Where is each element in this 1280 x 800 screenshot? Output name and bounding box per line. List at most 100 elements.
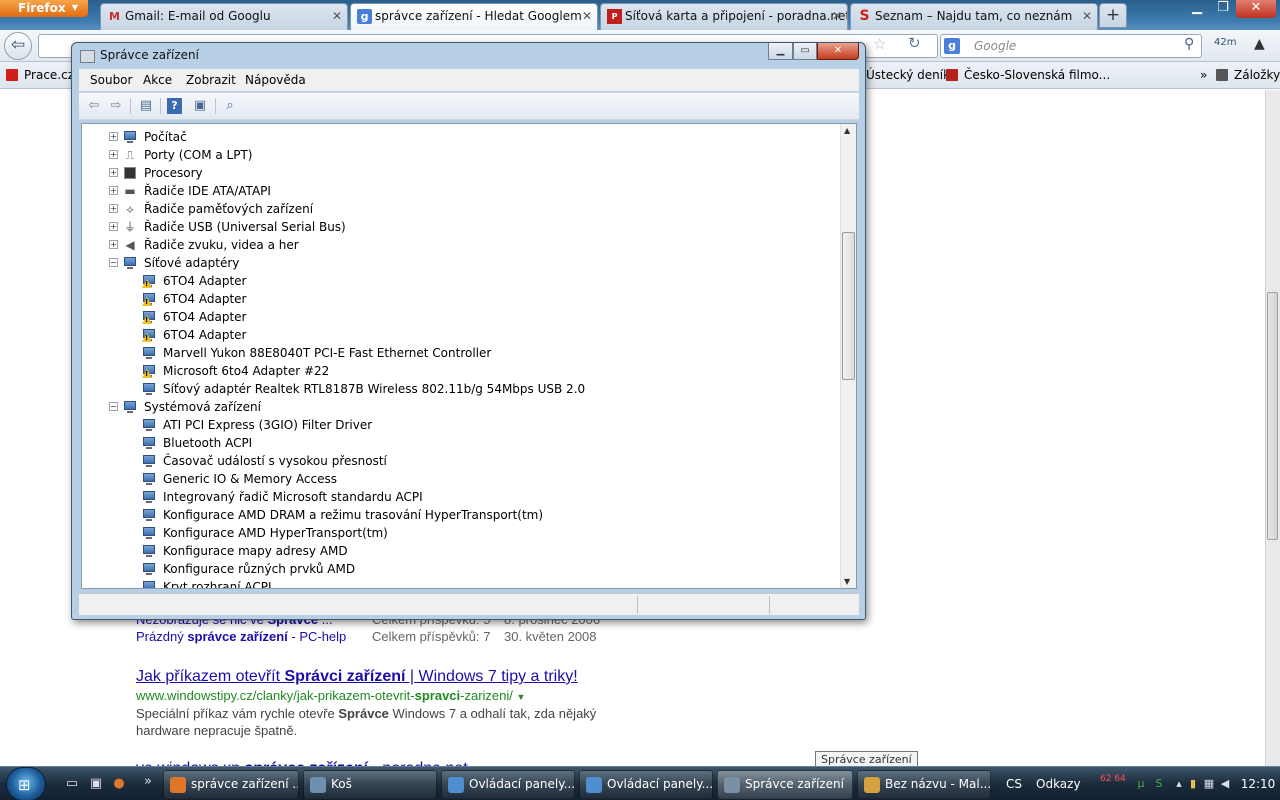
tree-device[interactable]: Konfigurace AMD DRAM a režimu trasování … xyxy=(82,506,840,524)
tree-device[interactable]: Marvell Yukon 88E8040T PCI-E Fast Ethern… xyxy=(82,344,840,362)
network-tray-icon[interactable]: ▦ xyxy=(1202,777,1216,791)
tree-category[interactable]: − Systémová zařízení xyxy=(82,398,840,416)
tab-gmail[interactable]: M Gmail: E-mail od Googlu ✕ xyxy=(100,3,348,30)
result-pchelp-link[interactable]: Prázdný správce zařízení - PC-help xyxy=(136,629,346,644)
tree-category[interactable]: + ⟡ Řadiče paměťových zařízení xyxy=(82,200,840,218)
safely-remove-icon[interactable]: ▮ xyxy=(1186,777,1200,791)
tree-category[interactable]: − Síťové adaptéry xyxy=(82,254,840,272)
menu-icon[interactable]: ▲ xyxy=(1254,36,1265,52)
menu-file[interactable]: Soubor xyxy=(90,69,132,91)
tree-category[interactable]: + Procesory xyxy=(82,164,840,182)
tab-poradna[interactable]: P Síťová karta a připojení - poradna.net… xyxy=(600,3,848,30)
bookmarks-overflow-button[interactable]: » xyxy=(1200,62,1207,89)
scroll-down-icon[interactable]: ▼ xyxy=(844,577,850,586)
tree-category[interactable]: + ▬ Řadiče IDE ATA/ATAPI xyxy=(82,182,840,200)
bookmark-csfd[interactable]: Česko-Slovenská filmo... xyxy=(946,62,1110,89)
tab-seznam[interactable]: S Seznam – Najdu tam, co neznám ✕ xyxy=(850,3,1098,30)
back-icon[interactable]: ⇦ xyxy=(85,97,103,115)
collapse-icon[interactable]: − xyxy=(109,258,118,267)
result-title-link[interactable]: Jak příkazem otevřít Správci zařízení | … xyxy=(136,668,578,686)
utorrent-icon[interactable]: µ xyxy=(1134,777,1148,791)
tray-overflow-icon[interactable]: ▴ xyxy=(1172,777,1186,791)
taskbar-button[interactable]: Ovládací panely... xyxy=(441,770,575,799)
show-desktop-icon[interactable]: ▭ xyxy=(64,776,80,792)
search-input[interactable]: Google xyxy=(940,34,1202,58)
taskbar-button[interactable]: správce zařízení ... xyxy=(163,770,299,799)
view-icon[interactable]: ▣ xyxy=(191,97,209,115)
tree-device[interactable]: Konfigurace AMD HyperTransport(tm) xyxy=(82,524,840,542)
menu-view[interactable]: Zobrazit xyxy=(186,69,236,91)
bookmark-ustecky-denik[interactable]: Ústecký deník xyxy=(866,62,950,89)
minimize-window-button[interactable]: ▁ xyxy=(1184,0,1210,18)
taskbar-button[interactable]: Správce zařízení xyxy=(717,770,853,799)
scan-hardware-icon[interactable]: ⌕ xyxy=(221,97,239,115)
help-icon[interactable]: ? xyxy=(167,98,182,114)
tree-device[interactable]: ! 6TO4 Adapter xyxy=(82,272,840,290)
expand-icon[interactable]: + xyxy=(109,150,118,159)
expand-icon[interactable]: + xyxy=(109,168,118,177)
firefox-menu-button[interactable]: Firefox ▼ xyxy=(0,0,88,17)
collapse-icon[interactable]: − xyxy=(109,402,118,411)
addon-badge[interactable]: 42m xyxy=(1214,37,1236,48)
maximize-window-button[interactable]: ❐ xyxy=(1210,0,1236,18)
menu-action[interactable]: Akce xyxy=(143,69,172,91)
tree-device[interactable]: Časovač událostí s vysokou přesností xyxy=(82,452,840,470)
properties-icon[interactable]: ▤ xyxy=(137,97,155,115)
dropdown-arrow-icon[interactable]: ▼ xyxy=(517,692,526,702)
expand-icon[interactable]: + xyxy=(109,132,118,141)
tree-device[interactable]: Generic IO & Memory Access xyxy=(82,470,840,488)
tree-category[interactable]: + ◀ Řadiče zvuku, videa a her xyxy=(82,236,840,254)
page-scrollbar-thumb[interactable] xyxy=(1267,292,1278,540)
taskbar-button[interactable]: Ovládací panely... xyxy=(579,770,713,799)
google-icon[interactable]: g xyxy=(944,38,960,54)
back-button[interactable]: ⇦ xyxy=(4,32,32,60)
tab-google-search[interactable]: g správce zařízení - Hledat Googlem ✕ xyxy=(350,3,598,30)
quicklaunch-overflow-icon[interactable]: » xyxy=(140,774,156,790)
bookmark-star-icon[interactable]: ☆ xyxy=(873,35,886,53)
expand-icon[interactable]: + xyxy=(109,240,118,249)
start-button[interactable]: ⊞ xyxy=(6,767,46,800)
tree-device[interactable]: Síťový adaptér Realtek RTL8187B Wireless… xyxy=(82,380,840,398)
switch-windows-icon[interactable]: ▣ xyxy=(88,776,104,792)
expand-icon[interactable]: + xyxy=(109,204,118,213)
reload-icon[interactable]: ↻ xyxy=(908,34,921,52)
skype-icon[interactable]: S xyxy=(1152,777,1166,791)
tree-device[interactable]: ! 6TO4 Adapter xyxy=(82,308,840,326)
tree-scrollbar[interactable]: ▲ ▼ xyxy=(840,124,856,588)
close-tab-icon[interactable]: ✕ xyxy=(332,4,342,28)
close-tab-icon[interactable]: ✕ xyxy=(1082,4,1092,28)
dm-maximize-button[interactable]: ▭ xyxy=(793,43,817,60)
close-window-button[interactable]: ✕ xyxy=(1236,0,1276,18)
bookmark-prace[interactable]: Prace.cz xyxy=(6,62,74,89)
tree-device[interactable]: ! 6TO4 Adapter xyxy=(82,290,840,308)
tree-device[interactable]: ATI PCI Express (3GIO) Filter Driver xyxy=(82,416,840,434)
tree-device[interactable]: ! 6TO4 Adapter xyxy=(82,326,840,344)
bookmarks-menu[interactable]: Záložky xyxy=(1216,62,1280,89)
tree-category[interactable]: + Počítač xyxy=(82,128,840,146)
taskbar-button[interactable]: Bez názvu - Mal... xyxy=(857,770,991,799)
tree-category[interactable]: + ⎍ Porty (COM a LPT) xyxy=(82,146,840,164)
dm-close-button[interactable]: ✕ xyxy=(817,43,859,60)
tree-device[interactable]: Konfigurace mapy adresy AMD xyxy=(82,542,840,560)
expand-icon[interactable]: + xyxy=(109,222,118,231)
forward-icon[interactable]: ⇨ xyxy=(107,97,125,115)
language-indicator[interactable]: CS xyxy=(1006,767,1022,800)
search-icon[interactable]: ⚲ xyxy=(1184,36,1194,52)
expand-icon[interactable]: + xyxy=(109,186,118,195)
tree-device[interactable]: Kryt rozhraní ACPI xyxy=(82,578,840,588)
firefox-icon[interactable]: ● xyxy=(111,776,127,792)
close-tab-icon[interactable]: ✕ xyxy=(582,4,592,28)
tree-scrollbar-thumb[interactable] xyxy=(842,232,855,380)
close-tab-icon[interactable]: ✕ xyxy=(832,4,842,28)
tree-device[interactable]: Konfigurace různých prvků AMD xyxy=(82,560,840,578)
tree-device[interactable]: Bluetooth ACPI xyxy=(82,434,840,452)
menu-help[interactable]: Nápověda xyxy=(245,69,306,91)
clock[interactable]: 12:10 xyxy=(1236,767,1280,800)
volume-icon[interactable]: ◀ xyxy=(1218,777,1232,791)
tree-device[interactable]: ! Microsoft 6to4 Adapter #22 xyxy=(82,362,840,380)
taskbar-button[interactable]: Koš xyxy=(303,770,437,799)
tree-category[interactable]: + ⏚ Řadiče USB (Universal Serial Bus) xyxy=(82,218,840,236)
dm-minimize-button[interactable]: ▁ xyxy=(768,43,793,60)
new-tab-button[interactable]: + xyxy=(1099,3,1127,28)
device-tree[interactable]: + Počítač + ⎍ Porty (COM a LPT) + Procesory + ▬ Ř… xyxy=(81,123,857,589)
